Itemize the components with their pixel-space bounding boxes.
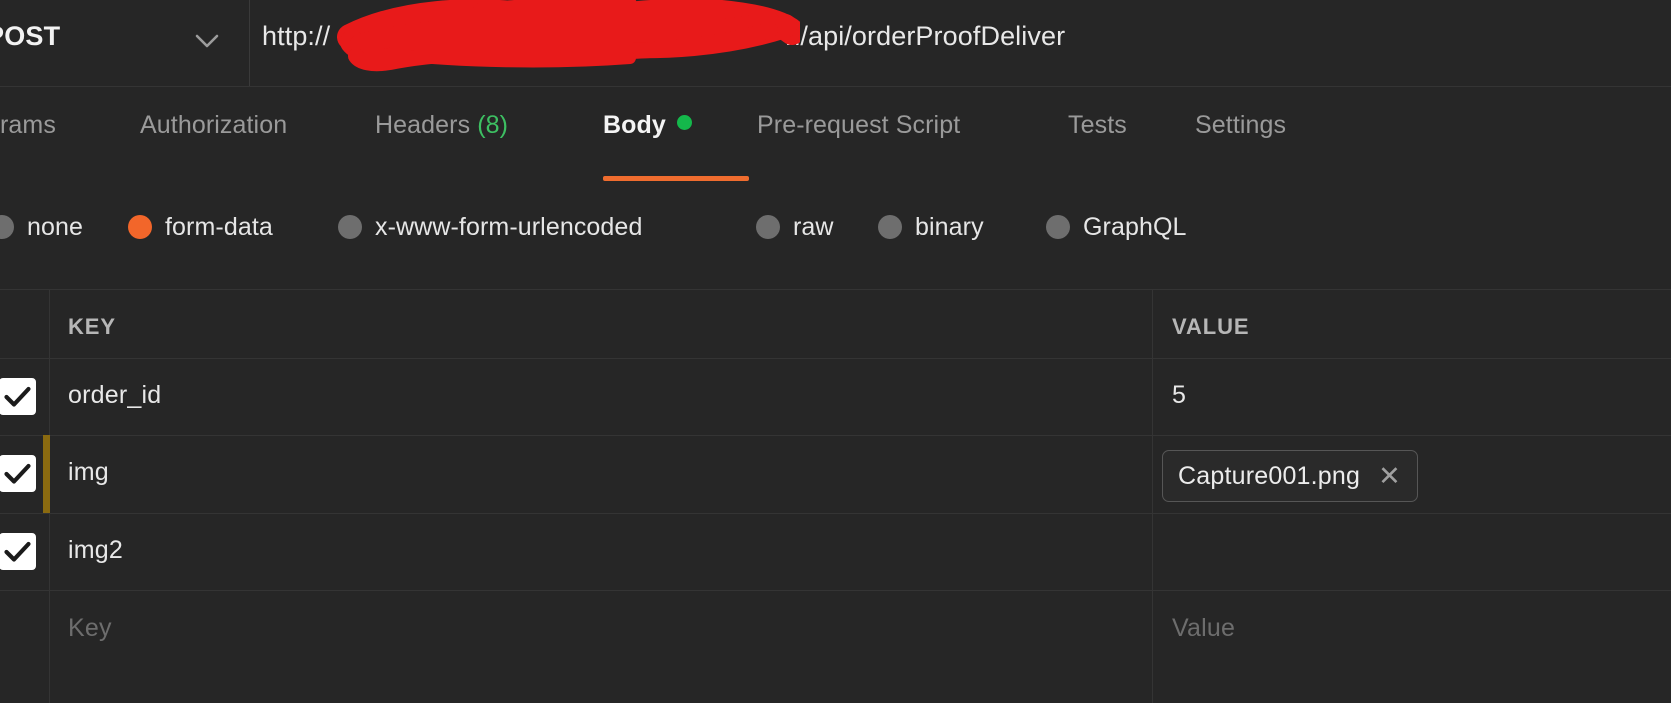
row-accent-bar — [43, 435, 50, 513]
tab-authorization[interactable]: Authorization — [140, 111, 287, 140]
row-key-input[interactable]: img2 — [68, 536, 123, 565]
body-mode-binary[interactable]: binary — [878, 208, 984, 246]
body-mode-label: x-www-form-urlencoded — [375, 212, 643, 241]
headers-count-badge: (8) — [477, 111, 509, 139]
body-mode-graphql[interactable]: GraphQL — [1046, 208, 1187, 246]
body-mode-raw[interactable]: raw — [756, 208, 834, 246]
tab-pre-request-script[interactable]: Pre-request Script — [757, 111, 960, 140]
http-method-selector[interactable]: POST — [0, 0, 250, 86]
tab-tests[interactable]: Tests — [1068, 111, 1127, 140]
tab-label: Pre-request Script — [757, 111, 961, 139]
row-value-input[interactable]: 5 — [1172, 381, 1186, 410]
http-method-label: POST — [0, 21, 61, 51]
radio-icon[interactable] — [0, 215, 14, 239]
tab-label: Body — [603, 111, 666, 139]
url-input[interactable]: http:// n/api/orderProofDeliver — [262, 21, 1065, 52]
active-tab-underline — [603, 176, 749, 181]
body-modified-dot-icon — [676, 115, 692, 130]
row-key-input[interactable]: order_id — [68, 381, 161, 410]
body-mode-label: form-data — [165, 212, 273, 241]
column-header-value: VALUE — [1172, 314, 1250, 339]
radio-icon[interactable] — [878, 215, 902, 239]
tab-label: Settings — [1195, 111, 1287, 139]
tab-label: Authorization — [140, 111, 288, 139]
chevron-down-icon[interactable] — [194, 31, 220, 53]
radio-selected-icon[interactable] — [128, 215, 152, 239]
column-header-key: KEY — [68, 314, 116, 339]
form-data-table: KEY VALUE order_id 5 img Capture001.png … — [0, 289, 1671, 703]
table-row[interactable]: order_id 5 — [0, 358, 1671, 435]
body-mode-label: raw — [793, 212, 834, 241]
tab-label: arams — [0, 111, 56, 139]
radio-icon[interactable] — [338, 215, 362, 239]
tab-headers[interactable]: Headers (8) — [375, 111, 508, 140]
tab-label: Tests — [1068, 111, 1127, 139]
body-mode-form-data[interactable]: form-data — [128, 208, 273, 246]
new-row-value-input[interactable]: Value — [1172, 614, 1235, 643]
tab-params[interactable]: arams — [0, 111, 56, 140]
body-mode-label: GraphQL — [1083, 212, 1187, 241]
file-value-chip[interactable]: Capture001.png ✕ — [1162, 450, 1418, 502]
file-name-label: Capture001.png — [1178, 461, 1361, 490]
table-header-row: KEY VALUE — [0, 289, 1671, 358]
url-bar: POST http:// n/api/orderProofDeliver — [0, 0, 1671, 87]
radio-icon[interactable] — [1046, 215, 1070, 239]
request-tabs: arams Authorization Headers (8) Body Pre… — [0, 87, 1671, 187]
table-row[interactable]: img Capture001.png ✕ — [0, 435, 1671, 513]
new-row-key-input[interactable]: Key — [68, 614, 112, 643]
body-mode-none[interactable]: none — [0, 208, 83, 246]
row-enabled-checkbox[interactable] — [0, 533, 36, 570]
tab-settings[interactable]: Settings — [1195, 111, 1286, 140]
tab-label: Headers — [375, 111, 471, 139]
table-row[interactable]: img2 — [0, 513, 1671, 590]
table-new-row[interactable]: Key Value — [0, 590, 1671, 703]
url-prefix: http:// — [262, 21, 331, 51]
close-icon[interactable]: ✕ — [1360, 462, 1417, 490]
body-mode-label: binary — [915, 212, 984, 241]
row-enabled-checkbox[interactable] — [0, 378, 36, 415]
url-suffix: n/api/orderProofDeliver — [785, 21, 1066, 51]
row-enabled-checkbox[interactable] — [0, 455, 36, 492]
body-mode-label: none — [27, 212, 84, 241]
body-mode-radio-group: none form-data x-www-form-urlencoded raw… — [0, 194, 1671, 266]
row-key-input[interactable]: img — [68, 458, 109, 487]
radio-icon[interactable] — [756, 215, 780, 239]
method-url-divider — [249, 0, 250, 86]
body-mode-x-www-form-urlencoded[interactable]: x-www-form-urlencoded — [338, 208, 642, 246]
postman-request-builder: POST http:// n/api/orderProofDeliver — [0, 0, 1671, 703]
tab-body[interactable]: Body — [603, 111, 692, 140]
